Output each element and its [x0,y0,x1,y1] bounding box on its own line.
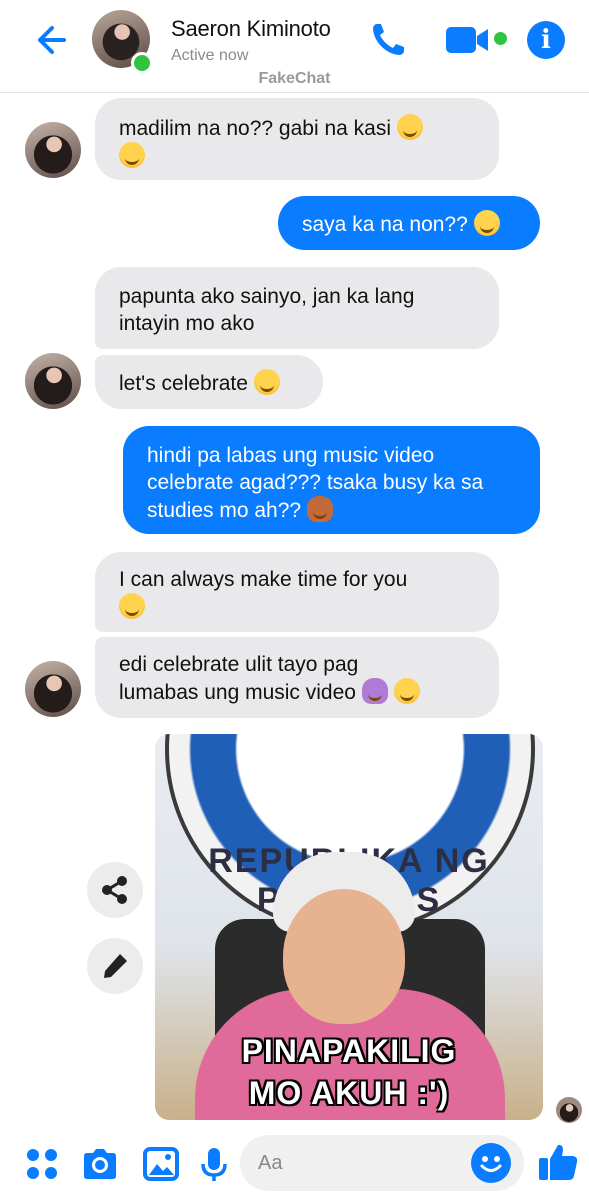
chat-header: Saeron Kiminoto Active now FakeChat i [0,0,589,93]
video-active-dot [494,32,507,45]
back-arrow-icon[interactable] [30,20,70,60]
person-face [283,889,405,1024]
emoji-icon [480,1156,502,1172]
edit-button[interactable] [87,938,143,994]
message-text: madilim na no?? gabi na kasi [119,117,391,140]
message-text: hindi pa labas ung music video [147,444,435,467]
microphone-icon[interactable] [194,1144,234,1184]
message-bubble-outgoing[interactable]: saya ka na non?? [278,196,540,250]
pencil-icon [104,954,127,978]
message-text: intayin mo ako [119,312,255,335]
image-icon[interactable] [141,1144,181,1184]
message-text: edi celebrate ulit tayo pag [119,653,359,676]
message-bubble-incoming[interactable]: let's celebrate [95,355,323,409]
message-text: papunta ako sainyo, jan ka lang [119,285,415,308]
camera-icon[interactable] [80,1144,120,1184]
message-text: celebrate agad??? tsaka busy ka sa [147,471,484,494]
smiling-emoji-icon [396,114,423,140]
message-text: let's celebrate [119,372,248,395]
contact-name[interactable]: Saeron Kiminoto [171,16,331,42]
sticker-caption: PINAPAKILIG MO AKUH :') [155,1030,543,1114]
message-input-placeholder: Aa [258,1152,283,1174]
sticker-image[interactable]: REPUBLIKA NG PILIPINAS PINAPAKILIG MO AK… [155,734,543,1120]
message-bubble-incoming[interactable]: papunta ako sainyo, jan ka lang intayin … [95,267,499,349]
video-camera-icon[interactable] [444,24,492,56]
emoji-button[interactable] [471,1143,511,1183]
person-shrugging-emoji-icon [361,678,388,704]
message-text: studies mo ah?? [147,499,302,522]
caption-line-1: PINAPAKILIG [241,1033,457,1069]
caption-line-2: MO AKUH :') [248,1075,450,1111]
thumbs-up-icon[interactable] [536,1140,580,1184]
contact-avatar-small[interactable] [25,353,81,409]
tongue-out-emoji-icon [119,593,145,619]
share-icon [102,876,127,904]
share-button[interactable] [87,862,143,918]
smiling-emoji-icon [119,142,145,168]
message-bubble-incoming[interactable]: madilim na no?? gabi na kasi [95,98,499,180]
message-text: saya ka na non?? [302,213,468,236]
contact-avatar-small[interactable] [25,122,81,178]
read-receipt-avatar [556,1097,582,1123]
message-bubble-outgoing[interactable]: hindi pa labas ung music video celebrate… [123,426,540,534]
message-bubble-incoming[interactable]: edi celebrate ulit tayo pag lumabas ung … [95,637,499,718]
yum-emoji-icon [253,369,280,395]
message-bubble-incoming[interactable]: I can always make time for you [95,552,499,632]
message-text: lumabas ung music video [119,681,356,704]
message-text: I can always make time for you [119,568,408,591]
slight-smile-emoji-icon [473,210,500,236]
contact-avatar-small[interactable] [25,661,81,717]
phone-icon[interactable] [368,18,410,60]
contact-status: Active now [171,47,249,64]
apps-icon[interactable] [22,1144,62,1184]
info-icon[interactable]: i [527,21,565,59]
app-label: FakeChat [258,70,331,87]
see-no-evil-monkey-emoji-icon [306,496,333,522]
smiling-emoji-icon [393,678,420,704]
